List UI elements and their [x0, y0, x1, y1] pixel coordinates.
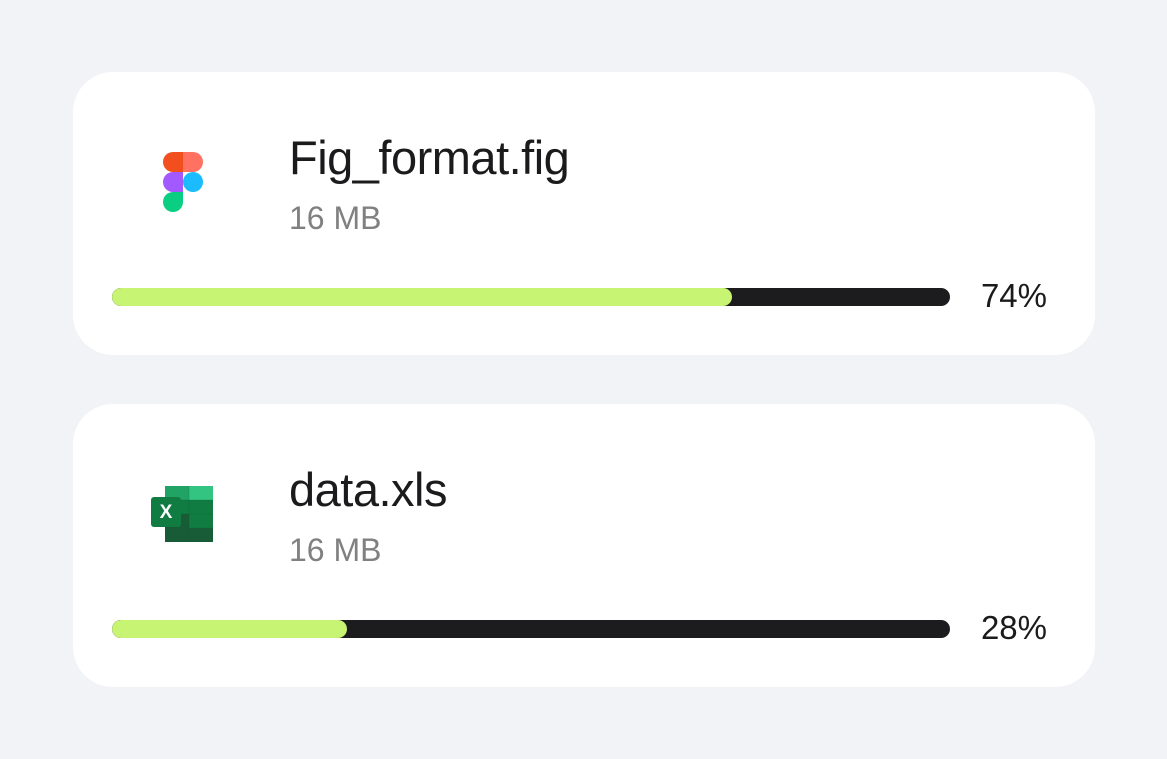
excel-icon: X — [149, 480, 219, 550]
upload-progress-bar — [112, 288, 950, 306]
progress-percentage: 28% — [980, 609, 1047, 646]
progress-percentage: 74% — [980, 277, 1047, 314]
file-size: 16 MB — [289, 532, 382, 568]
file-upload-card[interactable]: Fig_format.fig 16 MB 74% — [73, 72, 1095, 355]
figma-icon — [149, 148, 219, 218]
upload-progress-fill — [112, 620, 347, 638]
file-upload-card[interactable]: X data.xls 16 MB 28% — [73, 404, 1095, 687]
file-name: Fig_format.fig — [289, 131, 570, 184]
upload-progress-bar — [112, 620, 950, 638]
file-name: data.xls — [289, 463, 447, 516]
svg-text:X: X — [160, 502, 173, 523]
upload-progress-fill — [112, 288, 733, 306]
file-size: 16 MB — [289, 200, 382, 236]
